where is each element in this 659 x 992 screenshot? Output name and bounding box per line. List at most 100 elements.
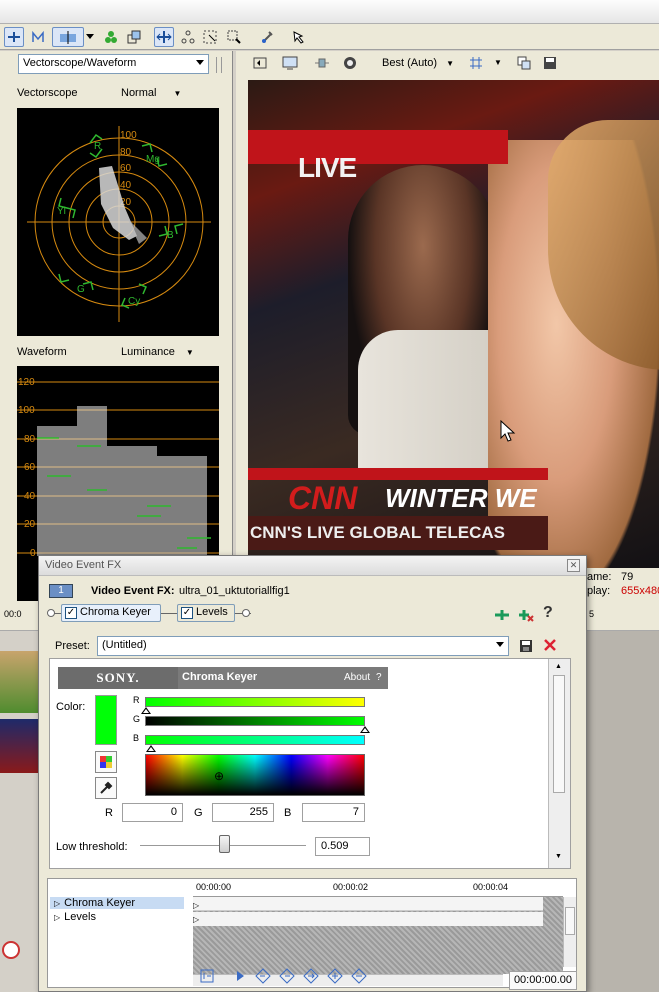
selection-icon[interactable] <box>200 27 220 47</box>
save-snapshot-icon[interactable] <box>540 53 560 73</box>
vectorscope-mode-dropdown[interactable]: Normal ▼ <box>121 87 181 99</box>
save-preset-icon[interactable] <box>519 639 533 656</box>
kf-row-levels[interactable] <box>193 912 543 926</box>
waveform-mode-dropdown[interactable]: Luminance ▼ <box>121 346 194 358</box>
remove-plugin-icon[interactable] <box>518 608 534 625</box>
sony-logo: SONY. <box>58 667 178 689</box>
delete-keyframe-icon[interactable] <box>351 968 367 987</box>
next-keyframe-icon[interactable] <box>279 968 295 987</box>
kf-track-levels[interactable]: ▷ Levels <box>50 911 184 923</box>
preset-select[interactable]: (Untitled) <box>97 636 509 656</box>
chevron-down-icon[interactable]: ▼ <box>494 58 502 67</box>
preview-info: ame: 79 play: 655x480 <box>587 568 659 604</box>
live-bar <box>248 130 508 164</box>
r-slider-thumb[interactable] <box>141 707 151 714</box>
plugin-scroll-thumb[interactable] <box>553 675 565 793</box>
external-monitor-icon[interactable] <box>280 53 300 73</box>
record-button[interactable] <box>2 941 20 959</box>
fx-name: ultra_01_uktutoriallfig1 <box>179 585 290 597</box>
add-keyframe-icon[interactable] <box>327 968 343 987</box>
frame-value: 79 <box>621 571 634 583</box>
color-swatch-icon[interactable] <box>101 27 121 47</box>
close-icon[interactable]: ✕ <box>567 559 580 572</box>
color-spectrum[interactable]: ⊕ <box>145 754 365 796</box>
ring-label-80: 80 <box>120 147 132 158</box>
prev-keyframe-icon[interactable] <box>255 968 271 987</box>
about-link[interactable]: About <box>344 672 370 683</box>
g-value-field[interactable]: 255 <box>212 803 274 822</box>
split-tool-icon[interactable] <box>52 27 84 47</box>
chain-end-node <box>242 609 250 617</box>
help-pointer-icon[interactable] <box>289 27 309 47</box>
g-slider-thumb[interactable] <box>360 726 370 733</box>
preview-device-icon[interactable] <box>250 53 270 73</box>
ruler-marker: 5 <box>589 609 595 619</box>
g-slider[interactable] <box>145 716 365 726</box>
wf-tick-20: 20 <box>24 519 36 530</box>
kf-row-chroma[interactable] <box>193 897 543 911</box>
split-screen-icon[interactable] <box>340 53 360 73</box>
levels-checkbox[interactable]: ✓ <box>181 607 193 619</box>
lock-envelopes-icon[interactable] <box>257 27 277 47</box>
panel-grip <box>216 57 222 73</box>
delete-preset-icon[interactable] <box>543 638 557 655</box>
b-slider-thumb[interactable] <box>146 745 156 752</box>
video-clip-thumbnail[interactable] <box>0 651 38 713</box>
low-threshold-field[interactable]: 0.509 <box>315 837 370 856</box>
low-threshold-thumb[interactable] <box>219 835 231 853</box>
chain-levels[interactable]: ✓ Levels <box>177 604 235 622</box>
keyframe-marker-icon[interactable]: ▷ <box>193 915 199 924</box>
key-color-swatch[interactable] <box>95 695 117 745</box>
first-keyframe-icon[interactable] <box>231 968 247 987</box>
chain-chroma-keyer[interactable]: ✓ Chroma Keyer <box>61 604 161 622</box>
scroll-up-icon[interactable]: ▲ <box>555 663 562 670</box>
keyframe-ruler: 00:00:00 00:00:02 00:00:04 <box>193 879 563 897</box>
fx-index-badge: 1 <box>49 584 73 598</box>
cursor-time-field[interactable]: 00:00:00.00 <box>509 971 577 990</box>
last-keyframe-icon[interactable] <box>303 968 319 987</box>
chroma-keyer-checkbox[interactable]: ✓ <box>65 607 77 619</box>
chevron-down-icon: ▼ <box>173 89 182 98</box>
scope-mode-select[interactable]: Vectorscope/Waveform <box>18 54 209 74</box>
kf-track-chroma-label: Chroma Keyer <box>64 897 136 909</box>
keyframe-marker-icon[interactable]: ▷ <box>193 901 199 910</box>
b-slider[interactable] <box>145 735 365 745</box>
color-picker-icon[interactable] <box>95 751 117 773</box>
plugin-header: SONY. Chroma Keyer About ? <box>58 667 388 689</box>
snap-icon[interactable] <box>154 27 174 47</box>
video-clip-thumbnail-2[interactable] <box>0 719 38 773</box>
plugin-chain-icon[interactable] <box>494 608 510 625</box>
color-label: Color: <box>56 701 86 713</box>
display-label: play: <box>587 585 611 597</box>
overlays-grid-icon[interactable] <box>466 53 486 73</box>
r-value-field[interactable]: 0 <box>122 803 183 822</box>
video-fx-icon[interactable] <box>312 53 332 73</box>
title-strip <box>0 0 659 24</box>
zoom-icon[interactable] <box>224 27 244 47</box>
envelope-edit-tool-icon[interactable] <box>28 27 48 47</box>
wf-tick-120: 120 <box>18 377 35 388</box>
help-icon[interactable]: ? <box>543 604 553 622</box>
keyframe-scrollbar[interactable] <box>563 897 576 967</box>
normal-edit-tool-icon[interactable] <box>4 27 24 47</box>
plugin-help-icon[interactable]: ? <box>376 672 382 683</box>
copy-snapshot-icon[interactable] <box>514 53 534 73</box>
vectorscope-label: Vectorscope <box>17 87 78 99</box>
scroll-down-icon[interactable]: ▼ <box>555 853 562 860</box>
mouse-cursor-icon <box>500 419 516 445</box>
crossfade-icon[interactable] <box>178 27 198 47</box>
chevron-down-icon[interactable] <box>84 27 96 47</box>
kf-track-chroma-keyer[interactable]: ▷ Chroma Keyer <box>50 897 184 909</box>
b-value-field[interactable]: 7 <box>302 803 365 822</box>
keyframe-timeline[interactable]: 00:00:00 00:00:02 00:00:04 ▷ ▷ <box>193 879 563 974</box>
preview-quality-dropdown[interactable]: Best (Auto) ▼ <box>382 57 454 69</box>
eyedropper-icon[interactable] <box>95 777 117 799</box>
frame-label: ame: <box>587 571 612 583</box>
plugin-scrollbar[interactable]: ▲ ▼ <box>548 659 570 868</box>
track-area <box>586 631 659 992</box>
snap-markers-icon[interactable] <box>124 27 144 47</box>
r-slider[interactable] <box>145 697 365 707</box>
wf-tick-40: 40 <box>24 491 36 502</box>
sync-cursor-icon[interactable] <box>199 968 215 987</box>
kf-scroll-thumb[interactable] <box>565 907 575 935</box>
